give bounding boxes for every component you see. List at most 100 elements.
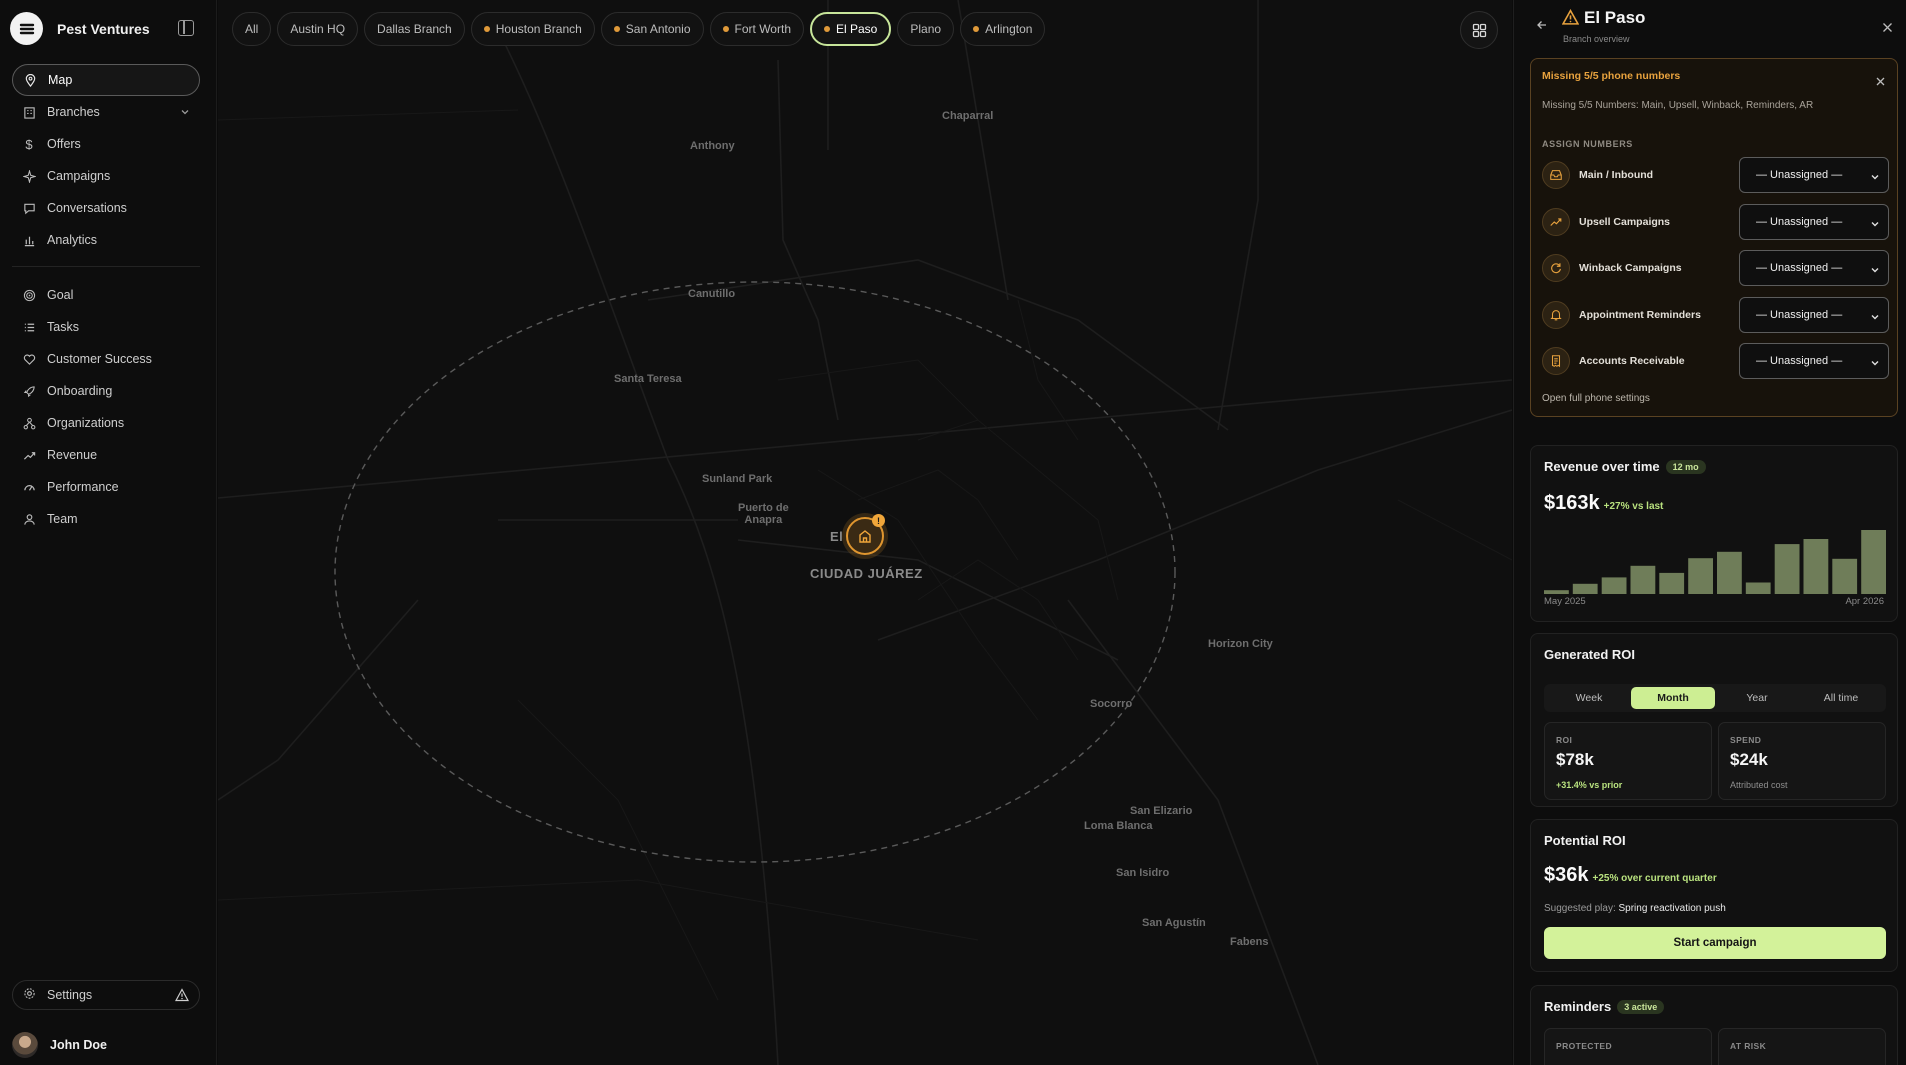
nav-divider	[12, 266, 200, 267]
chevron-down-icon	[1870, 219, 1880, 232]
branch-chip[interactable]: Austin HQ	[277, 12, 359, 46]
roi-stat: ROI $78k +31.4% vs prior	[1544, 722, 1712, 800]
building-icon	[22, 105, 36, 119]
nav-item-offers[interactable]: $ Offers	[12, 128, 200, 160]
branch-chip[interactable]: Dallas Branch	[364, 12, 465, 46]
branch-chip[interactable]: All	[232, 12, 272, 46]
spend-key: SPEND	[1730, 735, 1762, 745]
rocket-icon	[22, 384, 36, 398]
panel-subtitle: Branch overview	[1563, 34, 1630, 44]
protected-stat: PROTECTED	[1544, 1028, 1712, 1065]
revenue-bar	[1745, 582, 1771, 594]
nav-item-tasks[interactable]: Tasks	[12, 311, 200, 343]
branch-chip[interactable]: Fort Worth	[709, 12, 804, 46]
number-select[interactable]: — Unassigned —	[1739, 157, 1889, 193]
dismiss-icon[interactable]	[1876, 73, 1885, 91]
suggested-play: Suggested play: Spring reactivation push	[1544, 903, 1726, 914]
number-select[interactable]: — Unassigned —	[1739, 296, 1889, 333]
nav-item-settings[interactable]: Settings	[12, 980, 200, 1010]
roi-tab[interactable]: Week	[1547, 687, 1631, 709]
nav-item-revenue[interactable]: Revenue	[12, 439, 200, 471]
roi-tab[interactable]: Year	[1715, 687, 1799, 709]
nav-item-analytics[interactable]: Analytics	[12, 224, 200, 256]
branch-chip[interactable]: Houston Branch	[470, 12, 595, 46]
sidebar: Pest Ventures Map Branches $ Offers Camp…	[0, 0, 217, 1065]
nav-item-map[interactable]: Map	[12, 64, 200, 96]
nav-item-performance[interactable]: Performance	[12, 471, 200, 503]
assign-label: Upsell Campaigns	[1579, 215, 1671, 228]
spend-stat: SPEND $24k Attributed cost	[1718, 722, 1886, 800]
nav-item-branches[interactable]: Branches	[12, 96, 200, 128]
user-icon	[22, 512, 36, 526]
trend-icon	[22, 448, 36, 462]
number-select[interactable]: — Unassigned —	[1739, 250, 1889, 286]
branch-chip-label: El Paso	[836, 22, 878, 36]
map-label-anthony: Anthony	[690, 140, 735, 152]
branch-chip-label: All	[245, 22, 259, 36]
nav-label: Campaigns	[47, 169, 111, 183]
revenue-bar	[1572, 583, 1598, 594]
revenue-bar	[1717, 551, 1742, 594]
nav-item-campaigns[interactable]: Campaigns	[12, 160, 200, 192]
number-select[interactable]: — Unassigned —	[1739, 203, 1889, 240]
nav-item-organizations[interactable]: Organizations	[12, 407, 200, 439]
branch-chip-label: Arlington	[985, 22, 1033, 36]
branch-chip[interactable]: San Antonio	[600, 12, 704, 46]
roi-tab[interactable]: Month	[1631, 687, 1715, 709]
nav-item-team[interactable]: Team	[12, 503, 200, 535]
nav-label: Goal	[47, 288, 74, 302]
branch-chip[interactable]: Plano	[897, 12, 955, 46]
roi-tab[interactable]: All time	[1799, 687, 1883, 709]
assign-label: Appointment Reminders	[1579, 308, 1701, 321]
chevron-down-icon[interactable]	[180, 106, 190, 120]
status-dot-icon	[483, 26, 490, 32]
phone-settings-link[interactable]: Open full phone settings	[1542, 393, 1650, 404]
message-icon	[22, 201, 36, 215]
nav-label: Analytics	[47, 233, 98, 247]
bell-icon	[1542, 300, 1570, 329]
revenue-bar	[1861, 530, 1886, 594]
branch-chip-label: Fort Worth	[734, 22, 791, 36]
nav-item-customer-success[interactable]: Customer Success	[12, 343, 200, 375]
branch-chip-label: Plano	[910, 22, 942, 36]
start-campaign-button[interactable]: Start campaign	[1544, 927, 1886, 959]
missing-numbers-alert: Missing 5/5 phone numbers Missing 5/5 Nu…	[1530, 58, 1898, 417]
revenue-bar	[1630, 565, 1656, 594]
target-icon	[22, 288, 36, 302]
close-icon[interactable]	[1882, 20, 1893, 38]
nav-item-onboarding[interactable]: Onboarding	[12, 375, 200, 407]
roi-key: ROI	[1556, 735, 1573, 745]
spend-sub: Attributed cost	[1730, 780, 1788, 790]
revenue-bar	[1659, 572, 1685, 594]
back-arrow-icon[interactable]	[1536, 18, 1548, 36]
map-label-ciudad-juarez: CIUDAD JUÁREZ	[810, 566, 923, 581]
marker-alert-badge: !	[872, 514, 885, 527]
map-label-loma-blanca: Loma Blanca	[1084, 820, 1153, 832]
roi-sub: +31.4% vs prior	[1556, 780, 1623, 790]
suggest-label: Suggested play:	[1544, 903, 1616, 914]
branch-chip-label: San Antonio	[625, 22, 691, 36]
map-label-san-isidro: San Isidro	[1116, 867, 1170, 879]
status-dot-icon	[722, 26, 729, 32]
number-select[interactable]: — Unassigned —	[1739, 343, 1889, 379]
branch-chip[interactable]: Arlington	[960, 12, 1046, 46]
nav-label: Customer Success	[47, 352, 152, 366]
nav-item-goal[interactable]: Goal	[12, 279, 200, 311]
assign-label: Accounts Receivable	[1579, 355, 1685, 367]
nav-label: Performance	[47, 480, 119, 494]
branch-chip-label: Houston Branch	[495, 22, 582, 36]
assign-label: Winback Campaigns	[1579, 262, 1682, 274]
brand[interactable]: Pest Ventures	[10, 12, 150, 45]
nav-label: Conversations	[47, 201, 127, 215]
branch-chip[interactable]: El Paso	[810, 12, 892, 46]
number-select-value: — Unassigned —	[1756, 355, 1843, 367]
dollar-icon: $	[25, 136, 33, 152]
revenue-delta: +27% vs last	[1603, 501, 1664, 512]
grid-view-button[interactable]	[1460, 11, 1498, 49]
reminders-badge: 3 active	[1617, 1000, 1665, 1014]
revenue-value-row: $163k +27% vs last	[1544, 492, 1663, 515]
nav-item-conversations[interactable]: Conversations	[12, 192, 200, 224]
sidebar-collapse-icon[interactable]	[178, 20, 194, 36]
user-profile[interactable]: John Doe	[12, 1032, 107, 1058]
warning-icon	[1561, 8, 1580, 31]
